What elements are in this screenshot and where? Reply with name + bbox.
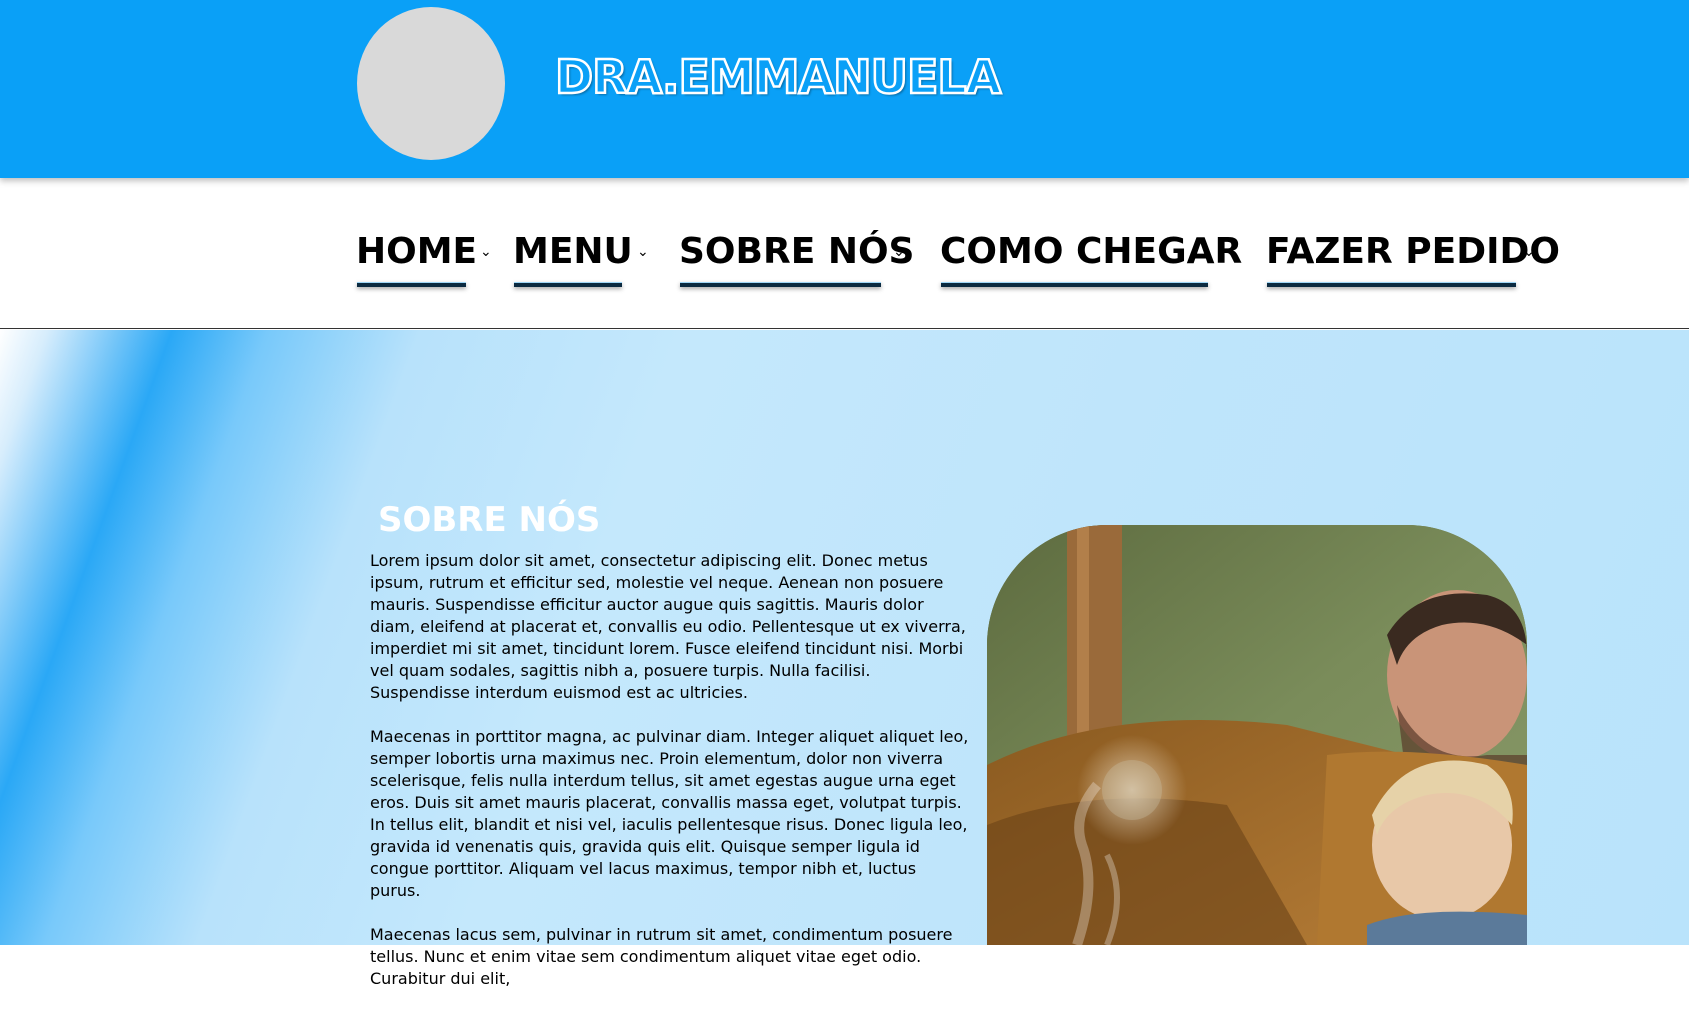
nav-underline: [357, 282, 466, 287]
logo-placeholder[interactable]: [357, 7, 505, 160]
chevron-down-icon[interactable]: ⌄: [480, 244, 492, 260]
about-text: Lorem ipsum dolor sit amet, consectetur …: [370, 550, 970, 1012]
nav-label-sobre-nos: SOBRE NÓS: [679, 231, 915, 272]
chevron-down-icon[interactable]: ⌄: [893, 244, 905, 260]
nav-underline: [680, 282, 881, 287]
about-photo: [987, 525, 1527, 945]
nav-item-como-chegar[interactable]: COMO CHEGAR: [940, 230, 1242, 290]
nav-label-fazer-pedido: FAZER PEDIDO: [1266, 231, 1561, 272]
section-heading: SOBRE NÓS: [378, 500, 601, 540]
nav-label-menu: MENU: [513, 231, 633, 272]
chevron-down-icon[interactable]: ⌄: [1523, 244, 1535, 260]
nav-underline: [514, 282, 622, 287]
nav-item-fazer-pedido[interactable]: FAZER PEDIDO ⌄: [1266, 230, 1560, 290]
site-title[interactable]: DRA.EMMANUELA: [554, 49, 1003, 106]
nav-item-home[interactable]: HOME ⌄: [356, 230, 492, 290]
nav-item-menu[interactable]: MENU ⌄: [513, 230, 649, 290]
chevron-down-icon[interactable]: ⌄: [637, 244, 649, 260]
father-and-baby-photo: [987, 525, 1527, 945]
nav-label-home: HOME: [356, 231, 478, 272]
nav-underline: [941, 282, 1208, 287]
header-bar: DRA.EMMANUELA: [0, 0, 1689, 178]
about-paragraph: Lorem ipsum dolor sit amet, consectetur …: [370, 551, 966, 702]
about-paragraph: Maecenas lacus sem, pulvinar in rutrum s…: [370, 925, 953, 988]
nav-item-sobre-nos[interactable]: SOBRE NÓS ⌄: [679, 230, 914, 290]
nav-label-como-chegar: COMO CHEGAR: [940, 231, 1243, 272]
nav-underline: [1267, 282, 1516, 287]
about-paragraph: Maecenas in porttitor magna, ac pulvinar…: [370, 727, 969, 900]
